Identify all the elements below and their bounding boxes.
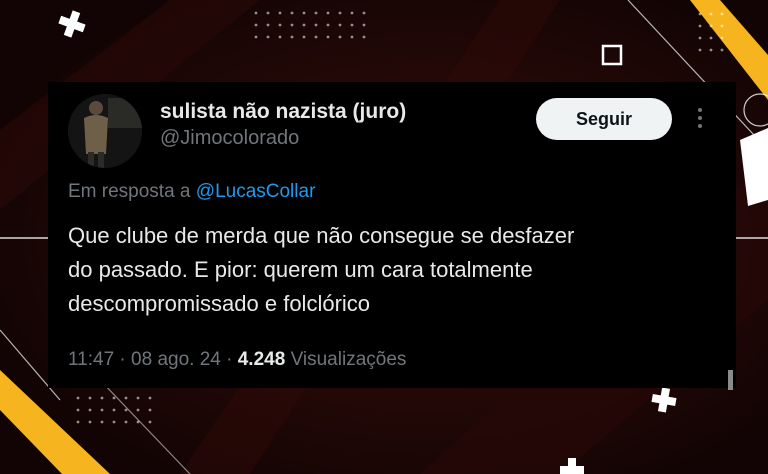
tweet-text: Que clube de merda que não consegue se d… <box>68 219 708 321</box>
avatar-photo <box>68 94 142 168</box>
tweet-card: sulista não nazista (juro) @Jimocolorado… <box>48 82 736 390</box>
tweet-text-line: descompromissado e folclórico <box>68 291 371 316</box>
views-label: Visualizações <box>290 349 407 370</box>
tweet-date[interactable]: 08 ago. 24 <box>131 349 221 370</box>
display-name[interactable]: sulista não nazista (juro) <box>160 100 406 124</box>
views-count: 4.248 <box>237 349 286 370</box>
avatar[interactable] <box>68 94 142 168</box>
user-handle[interactable]: @Jimocolorado <box>160 127 299 150</box>
tweet-time[interactable]: 11:47 <box>68 349 114 370</box>
reply-context: Em resposta a @LucasCollar <box>68 181 315 203</box>
follow-button[interactable]: Seguir <box>536 98 672 140</box>
reply-prefix: Em resposta a <box>68 181 191 202</box>
scrollbar-thumb[interactable] <box>728 370 733 390</box>
tweet-meta: 11:47 · 08 ago. 24 · 4.248 Visualizações <box>68 349 406 371</box>
tweet-text-line: do passado. E pior: querem um cara total… <box>68 257 533 282</box>
tweet-text-line: Que clube de merda que não consegue se d… <box>68 223 575 248</box>
more-vertical-icon[interactable] <box>694 104 706 132</box>
meta-separator: · <box>119 349 126 370</box>
reply-mention-link[interactable]: @LucasCollar <box>196 181 316 202</box>
meta-separator: · <box>226 349 233 370</box>
